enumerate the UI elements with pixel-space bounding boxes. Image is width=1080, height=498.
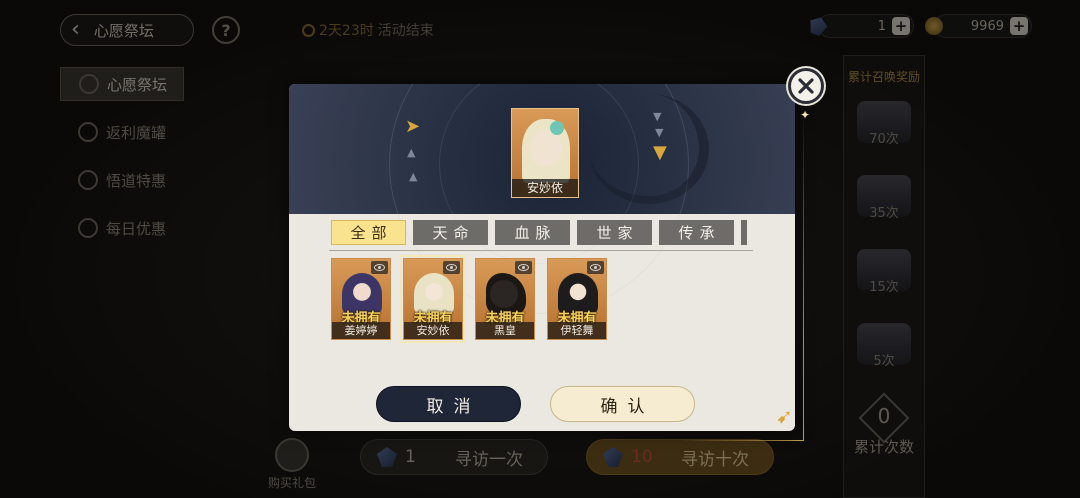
close-icon <box>798 78 814 94</box>
grey-arrow-icon: ▲ <box>407 146 416 159</box>
faction-tabs: 全部 天命 血脉 世家 传承 <box>331 220 747 245</box>
character-name: 安妙依 <box>404 322 462 339</box>
eye-icon[interactable] <box>515 261 532 274</box>
character-name: 伊轻舞 <box>548 322 606 339</box>
tab-destiny[interactable]: 天命 <box>413 220 488 245</box>
close-button[interactable] <box>788 68 824 104</box>
selected-character-card: 安妙依 <box>511 108 579 198</box>
selected-character-name: 安妙依 <box>512 179 578 197</box>
tab-overflow[interactable] <box>741 220 747 245</box>
character-card[interactable]: 未拥有 安妙依 <box>400 255 466 343</box>
tab-bloodline[interactable]: 血脉 <box>495 220 570 245</box>
character-grid: 未拥有 姜婷婷 未拥有 安妙依 未拥有 黑皇 未拥有 伊轻舞 <box>331 255 607 343</box>
tab-all[interactable]: 全部 <box>331 220 406 245</box>
gold-leaf-icon: ➹ <box>776 404 793 428</box>
eye-icon[interactable] <box>443 261 460 274</box>
tab-inheritance[interactable]: 传承 <box>659 220 734 245</box>
modal-frame-decoration <box>680 440 804 441</box>
tab-clan[interactable]: 世家 <box>577 220 652 245</box>
eye-icon[interactable] <box>587 261 604 274</box>
sparkle-icon: ✦ <box>800 108 811 122</box>
grey-arrow-icon: ▼ <box>653 110 662 123</box>
cancel-button[interactable]: 取消 <box>376 386 521 422</box>
grey-arrow-icon: ▼ <box>655 126 664 139</box>
character-name: 姜婷婷 <box>332 322 390 339</box>
tabs-divider <box>329 250 753 251</box>
character-name: 黑皇 <box>476 322 534 339</box>
flower-ornament-icon <box>550 121 564 135</box>
confirm-button[interactable]: 确认 <box>550 386 695 422</box>
grey-arrow-icon: ▲ <box>409 170 418 183</box>
dialog-header-banner: ➤ ▲ ▲ ▼ ▼ ▼ 安妙依 <box>289 84 795 314</box>
wish-character-dialog: ➤ ▲ ▲ ▼ ▼ ▼ 安妙依 全部 天命 血脉 世家 传承 未拥有 姜婷婷 未… <box>289 84 795 431</box>
character-card[interactable]: 未拥有 伊轻舞 <box>547 258 607 340</box>
swirl-decoration <box>589 94 709 204</box>
modal-frame-decoration <box>803 110 804 440</box>
gold-arrow-icon: ▼ <box>653 142 667 163</box>
character-card[interactable]: 未拥有 黑皇 <box>475 258 535 340</box>
character-card[interactable]: 未拥有 姜婷婷 <box>331 258 391 340</box>
gold-arrow-icon: ➤ <box>405 116 421 137</box>
eye-icon[interactable] <box>371 261 388 274</box>
